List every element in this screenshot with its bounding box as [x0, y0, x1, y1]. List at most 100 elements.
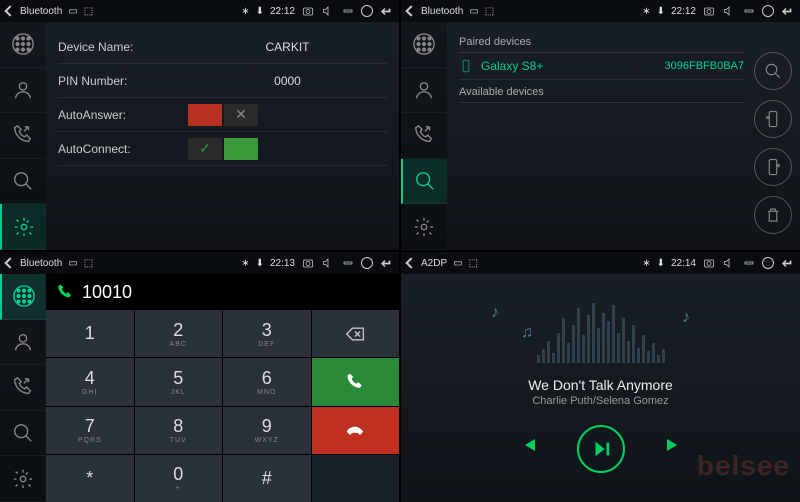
minimize-icon[interactable] — [742, 4, 756, 18]
sidebar-keypad[interactable] — [0, 22, 46, 68]
app-title: Bluetooth — [421, 6, 463, 17]
status-bar: A2DP ▭ ⬚ ∗ ⬇ 22:14 — [401, 252, 800, 274]
setting-device-name[interactable]: Device Name: CARKIT — [58, 30, 387, 64]
volume-icon[interactable] — [321, 256, 335, 270]
dl-icon: ⬇ — [657, 6, 665, 17]
value: 0000 — [188, 74, 387, 88]
screenshot-icon[interactable] — [301, 4, 315, 18]
key-1[interactable]: 1 — [46, 310, 134, 357]
x-icon: ✕ — [224, 104, 258, 126]
key-3[interactable]: 3DEF — [223, 310, 311, 357]
label: AutoAnswer: — [58, 108, 188, 122]
call-key[interactable] — [312, 358, 400, 405]
minimize-icon[interactable] — [341, 256, 355, 270]
key-8[interactable]: 8TUV — [135, 407, 223, 454]
key-*[interactable]: * — [46, 455, 134, 502]
sidebar-search[interactable] — [0, 159, 46, 205]
key-2[interactable]: 2ABC — [135, 310, 223, 357]
back-icon[interactable] — [405, 5, 416, 16]
dl-icon: ⬇ — [657, 258, 665, 269]
watermark: belsee — [697, 450, 790, 482]
sidebar-contacts[interactable] — [0, 68, 46, 114]
connect-button[interactable] — [754, 148, 792, 186]
play-pause-button[interactable] — [577, 425, 625, 473]
home-icon[interactable] — [361, 5, 373, 17]
usb-icon: ⬚ — [84, 258, 93, 269]
pane-bt-dialer: Bluetooth ▭ ⬚ ∗ ⬇ 22:13 10010 — [0, 252, 399, 502]
toggle-off[interactable]: ✕ — [188, 104, 258, 126]
screenshot-icon[interactable] — [301, 256, 315, 270]
back-icon[interactable] — [4, 257, 15, 268]
dialed-number: 10010 — [82, 282, 132, 303]
player-controls — [507, 425, 695, 473]
status-bar: Bluetooth ▭ ⬚ ∗ ⬇ 22:12 — [0, 0, 399, 22]
setting-pin[interactable]: PIN Number: 0000 — [58, 64, 387, 98]
minimize-icon[interactable] — [742, 256, 756, 270]
sidebar-contacts[interactable] — [401, 68, 447, 114]
dial-display: 10010 — [46, 274, 399, 310]
sidebar — [401, 22, 447, 250]
return-icon[interactable] — [780, 256, 794, 270]
status-bar: Bluetooth ▭ ⬚ ∗ ⬇ 22:13 — [0, 252, 399, 274]
home-icon[interactable] — [762, 257, 774, 269]
key-9[interactable]: 9WXYZ — [223, 407, 311, 454]
keypad: 12ABC3DEF 4GHI5JKL6MNO 7PQRS8TUV9WXYZ *0+# — [46, 310, 399, 502]
disconnect-button[interactable] — [754, 100, 792, 138]
sidebar-search[interactable] — [401, 159, 447, 205]
back-icon[interactable] — [405, 257, 416, 268]
sd-icon: ▭ — [469, 6, 478, 17]
sidebar-settings[interactable] — [401, 204, 447, 250]
hangup-key[interactable] — [312, 407, 400, 454]
scan-button[interactable] — [754, 52, 792, 90]
time: 22:12 — [270, 6, 295, 17]
sidebar-keypad[interactable] — [401, 22, 447, 68]
key-0[interactable]: 0+ — [135, 455, 223, 502]
track-artist: Charlie Puth/Selena Gomez — [532, 395, 668, 407]
screenshot-icon[interactable] — [702, 256, 716, 270]
blank-key — [312, 455, 400, 502]
label: Device Name: — [58, 40, 188, 54]
screenshot-icon[interactable] — [702, 4, 716, 18]
volume-icon[interactable] — [722, 4, 736, 18]
dl-icon: ⬇ — [256, 258, 264, 269]
note-icon: ♪ — [491, 304, 499, 322]
return-icon[interactable] — [379, 4, 393, 18]
sidebar-settings[interactable] — [0, 204, 46, 250]
volume-icon[interactable] — [722, 256, 736, 270]
return-icon[interactable] — [780, 4, 794, 18]
return-icon[interactable] — [379, 256, 393, 270]
prev-button[interactable] — [507, 425, 547, 465]
key-6[interactable]: 6MNO — [223, 358, 311, 405]
sidebar-call-log[interactable] — [0, 113, 46, 159]
next-button[interactable] — [655, 425, 695, 465]
key-4[interactable]: 4GHI — [46, 358, 134, 405]
sidebar-contacts[interactable] — [0, 320, 46, 366]
time: 22:12 — [671, 6, 696, 17]
back-icon[interactable] — [4, 5, 15, 16]
sidebar-call-log[interactable] — [0, 365, 46, 411]
sidebar-settings[interactable] — [0, 456, 46, 502]
home-icon[interactable] — [361, 257, 373, 269]
note-icon: ♪ — [682, 309, 690, 327]
value: CARKIT — [188, 40, 387, 54]
device-row[interactable]: Galaxy S8+ 3096FBFB0BA7 — [459, 53, 744, 80]
home-icon[interactable] — [762, 5, 774, 17]
sidebar-keypad[interactable] — [0, 274, 46, 320]
key-5[interactable]: 5JKL — [135, 358, 223, 405]
pane-bt-devices: Bluetooth ▭ ⬚ ∗ ⬇ 22:12 Paired devices — [401, 0, 800, 250]
volume-icon[interactable] — [321, 4, 335, 18]
usb-icon: ⬚ — [469, 258, 478, 269]
sd-icon: ▭ — [68, 258, 77, 269]
sidebar-search[interactable] — [0, 411, 46, 457]
key-7[interactable]: 7PQRS — [46, 407, 134, 454]
bt-icon: ∗ — [241, 6, 249, 17]
dl-icon: ⬇ — [256, 6, 264, 17]
toggle-on[interactable]: ✓ — [188, 138, 258, 160]
delete-button[interactable] — [754, 196, 792, 234]
sidebar-call-log[interactable] — [401, 113, 447, 159]
minimize-icon[interactable] — [341, 4, 355, 18]
key-#[interactable]: # — [223, 455, 311, 502]
bt-icon: ∗ — [642, 258, 650, 269]
backspace-key[interactable] — [312, 310, 400, 357]
equalizer-graphic — [537, 303, 665, 363]
